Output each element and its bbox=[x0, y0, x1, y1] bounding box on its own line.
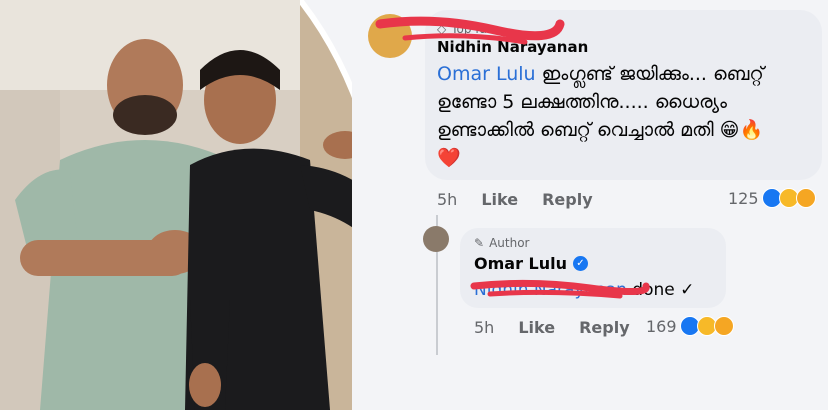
comment-actions: 5h Like Reply bbox=[437, 190, 617, 209]
verified-badge-icon: ✓ bbox=[573, 256, 588, 271]
text-line: ഇംഗ്ലണ്ട് ജയിക്കും... ബെറ്റ് bbox=[535, 63, 764, 85]
author-avatar[interactable] bbox=[423, 226, 449, 252]
comment-text: Omar Lulu ഇംഗ്ലണ്ട് ജയിക്കും... ബെറ്റ് ഉ… bbox=[437, 60, 817, 172]
heart-emoji: ❤️ bbox=[437, 147, 461, 169]
text-line: ഉണ്ടാക്കിൽ ബെറ്റ് വെച്ചാൽ മതി 😁🔥 bbox=[437, 119, 764, 141]
text-line: ഉണ്ടോ 5 ലക്ഷത്തിനു..... ധൈര്യം bbox=[437, 91, 727, 113]
reply-actions: 5h Like Reply bbox=[474, 318, 654, 337]
reaction-count: 169 bbox=[646, 316, 677, 336]
reply-author-name: Omar Lulu bbox=[474, 254, 567, 273]
redaction-scribble bbox=[375, 16, 565, 45]
reaction-summary[interactable]: 125 bbox=[728, 188, 816, 208]
badge-label: Author bbox=[489, 236, 530, 250]
haha-reaction-icon bbox=[713, 316, 734, 336]
timestamp: 5h bbox=[474, 318, 495, 337]
reply-author[interactable]: Omar Lulu ✓ bbox=[474, 254, 588, 273]
like-button[interactable]: Like bbox=[518, 318, 555, 337]
reaction-count: 125 bbox=[728, 188, 759, 208]
author-badge: ✎ Author bbox=[474, 236, 529, 250]
redaction-scribble bbox=[470, 279, 650, 299]
haha-reaction-icon bbox=[795, 188, 816, 208]
like-button[interactable]: Like bbox=[481, 190, 518, 209]
reply-button[interactable]: Reply bbox=[579, 318, 630, 337]
reply-button[interactable]: Reply bbox=[542, 190, 593, 209]
mention-link[interactable]: Omar Lulu bbox=[437, 63, 536, 85]
timestamp: 5h bbox=[437, 190, 458, 209]
pencil-icon: ✎ bbox=[474, 236, 485, 250]
reaction-summary[interactable]: 169 bbox=[646, 316, 734, 336]
